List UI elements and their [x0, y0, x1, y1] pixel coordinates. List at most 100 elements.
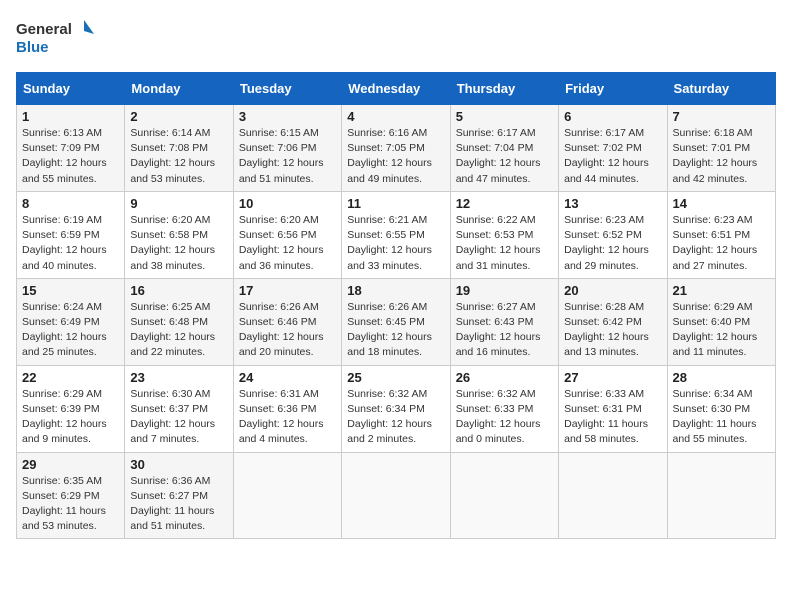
day-info: Sunrise: 6:13 AM Sunset: 7:09 PM Dayligh…: [22, 126, 119, 187]
col-header-thursday: Thursday: [450, 73, 558, 105]
day-info: Sunrise: 6:22 AM Sunset: 6:53 PM Dayligh…: [456, 213, 553, 274]
calendar-cell: 7 Sunrise: 6:18 AM Sunset: 7:01 PM Daylig…: [667, 105, 775, 192]
calendar-cell: 4Sunrise: 6:16 AM Sunset: 7:05 PM Daylig…: [342, 105, 450, 192]
day-number: 28: [673, 370, 770, 385]
day-info: Sunrise: 6:36 AM Sunset: 6:27 PM Dayligh…: [130, 474, 227, 535]
calendar-cell: [559, 452, 667, 539]
day-info: Sunrise: 6:24 AM Sunset: 6:49 PM Dayligh…: [22, 300, 119, 361]
day-number: 12: [456, 196, 553, 211]
calendar-cell: 20Sunrise: 6:28 AM Sunset: 6:42 PM Dayli…: [559, 278, 667, 365]
calendar-cell: 23 Sunrise: 6:30 AM Sunset: 6:37 PM Dayli…: [125, 365, 233, 452]
day-info: Sunrise: 6:29 AM Sunset: 6:39 PM Dayligh…: [22, 387, 119, 448]
calendar-cell: 2Sunrise: 6:14 AM Sunset: 7:08 PM Daylig…: [125, 105, 233, 192]
day-info: Sunrise: 6:23 AM Sunset: 6:52 PM Dayligh…: [564, 213, 661, 274]
day-info: Sunrise: 6:27 AM Sunset: 6:43 PM Dayligh…: [456, 300, 553, 361]
day-number: 22: [22, 370, 119, 385]
day-info: Sunrise: 6:20 AM Sunset: 6:56 PM Dayligh…: [239, 213, 336, 274]
day-number: 7: [673, 109, 770, 124]
week-row-3: 15 Sunrise: 6:24 AM Sunset: 6:49 PM Dayli…: [17, 278, 776, 365]
logo: General Blue: [16, 16, 96, 60]
logo-svg: General Blue: [16, 16, 96, 60]
calendar-cell: 16 Sunrise: 6:25 AM Sunset: 6:48 PM Dayli…: [125, 278, 233, 365]
week-row-1: 1 Sunrise: 6:13 AM Sunset: 7:09 PM Daylig…: [17, 105, 776, 192]
day-info: Sunrise: 6:26 AM Sunset: 6:45 PM Dayligh…: [347, 300, 444, 361]
day-number: 8: [22, 196, 119, 211]
calendar-cell: 17 Sunrise: 6:26 AM Sunset: 6:46 PM Dayli…: [233, 278, 341, 365]
calendar-cell: 30Sunrise: 6:36 AM Sunset: 6:27 PM Dayli…: [125, 452, 233, 539]
calendar-cell: 10 Sunrise: 6:20 AM Sunset: 6:56 PM Dayli…: [233, 191, 341, 278]
day-number: 14: [673, 196, 770, 211]
col-header-saturday: Saturday: [667, 73, 775, 105]
calendar-cell: [342, 452, 450, 539]
svg-text:Blue: Blue: [16, 39, 49, 56]
day-info: Sunrise: 6:20 AM Sunset: 6:58 PM Dayligh…: [130, 213, 227, 274]
calendar-cell: 11Sunrise: 6:21 AM Sunset: 6:55 PM Dayli…: [342, 191, 450, 278]
day-number: 15: [22, 283, 119, 298]
calendar-cell: 3 Sunrise: 6:15 AM Sunset: 7:06 PM Daylig…: [233, 105, 341, 192]
calendar-cell: 12 Sunrise: 6:22 AM Sunset: 6:53 PM Dayli…: [450, 191, 558, 278]
calendar-cell: 1 Sunrise: 6:13 AM Sunset: 7:09 PM Daylig…: [17, 105, 125, 192]
day-info: Sunrise: 6:18 AM Sunset: 7:01 PM Dayligh…: [673, 126, 770, 187]
day-info: Sunrise: 6:32 AM Sunset: 6:34 PM Dayligh…: [347, 387, 444, 448]
calendar-cell: 27 Sunrise: 6:33 AM Sunset: 6:31 PM Dayli…: [559, 365, 667, 452]
day-info: Sunrise: 6:35 AM Sunset: 6:29 PM Dayligh…: [22, 474, 119, 535]
col-header-monday: Monday: [125, 73, 233, 105]
day-info: Sunrise: 6:17 AM Sunset: 7:04 PM Dayligh…: [456, 126, 553, 187]
calendar-cell: 6Sunrise: 6:17 AM Sunset: 7:02 PM Daylig…: [559, 105, 667, 192]
col-header-friday: Friday: [559, 73, 667, 105]
calendar-cell: 14 Sunrise: 6:23 AM Sunset: 6:51 PM Dayli…: [667, 191, 775, 278]
day-number: 24: [239, 370, 336, 385]
col-header-wednesday: Wednesday: [342, 73, 450, 105]
calendar-cell: [233, 452, 341, 539]
day-info: Sunrise: 6:14 AM Sunset: 7:08 PM Dayligh…: [130, 126, 227, 187]
calendar-cell: 15 Sunrise: 6:24 AM Sunset: 6:49 PM Dayli…: [17, 278, 125, 365]
day-info: Sunrise: 6:19 AM Sunset: 6:59 PM Dayligh…: [22, 213, 119, 274]
calendar-table: SundayMondayTuesdayWednesdayThursdayFrid…: [16, 72, 776, 539]
calendar-cell: [667, 452, 775, 539]
day-number: 17: [239, 283, 336, 298]
day-number: 29: [22, 457, 119, 472]
calendar-cell: 21 Sunrise: 6:29 AM Sunset: 6:40 PM Dayli…: [667, 278, 775, 365]
day-number: 20: [564, 283, 661, 298]
week-row-2: 8 Sunrise: 6:19 AM Sunset: 6:59 PM Daylig…: [17, 191, 776, 278]
day-number: 13: [564, 196, 661, 211]
calendar-cell: 18Sunrise: 6:26 AM Sunset: 6:45 PM Dayli…: [342, 278, 450, 365]
day-number: 4: [347, 109, 444, 124]
day-info: Sunrise: 6:29 AM Sunset: 6:40 PM Dayligh…: [673, 300, 770, 361]
day-info: Sunrise: 6:17 AM Sunset: 7:02 PM Dayligh…: [564, 126, 661, 187]
calendar-cell: 5 Sunrise: 6:17 AM Sunset: 7:04 PM Daylig…: [450, 105, 558, 192]
day-number: 11: [347, 196, 444, 211]
day-number: 27: [564, 370, 661, 385]
day-info: Sunrise: 6:25 AM Sunset: 6:48 PM Dayligh…: [130, 300, 227, 361]
day-info: Sunrise: 6:31 AM Sunset: 6:36 PM Dayligh…: [239, 387, 336, 448]
calendar-cell: 8 Sunrise: 6:19 AM Sunset: 6:59 PM Daylig…: [17, 191, 125, 278]
day-number: 25: [347, 370, 444, 385]
col-header-tuesday: Tuesday: [233, 73, 341, 105]
day-info: Sunrise: 6:33 AM Sunset: 6:31 PM Dayligh…: [564, 387, 661, 448]
day-number: 9: [130, 196, 227, 211]
calendar-cell: 19Sunrise: 6:27 AM Sunset: 6:43 PM Dayli…: [450, 278, 558, 365]
calendar-cell: 13 Sunrise: 6:23 AM Sunset: 6:52 PM Dayli…: [559, 191, 667, 278]
day-number: 3: [239, 109, 336, 124]
col-header-sunday: Sunday: [17, 73, 125, 105]
day-info: Sunrise: 6:23 AM Sunset: 6:51 PM Dayligh…: [673, 213, 770, 274]
day-number: 23: [130, 370, 227, 385]
calendar-cell: 24 Sunrise: 6:31 AM Sunset: 6:36 PM Dayli…: [233, 365, 341, 452]
day-number: 1: [22, 109, 119, 124]
page-header: General Blue: [16, 16, 776, 60]
calendar-cell: 22 Sunrise: 6:29 AM Sunset: 6:39 PM Dayli…: [17, 365, 125, 452]
calendar-cell: 29 Sunrise: 6:35 AM Sunset: 6:29 PM Dayli…: [17, 452, 125, 539]
day-info: Sunrise: 6:15 AM Sunset: 7:06 PM Dayligh…: [239, 126, 336, 187]
week-row-5: 29 Sunrise: 6:35 AM Sunset: 6:29 PM Dayli…: [17, 452, 776, 539]
calendar-cell: 28Sunrise: 6:34 AM Sunset: 6:30 PM Dayli…: [667, 365, 775, 452]
day-info: Sunrise: 6:32 AM Sunset: 6:33 PM Dayligh…: [456, 387, 553, 448]
day-number: 10: [239, 196, 336, 211]
day-number: 26: [456, 370, 553, 385]
svg-text:General: General: [16, 21, 72, 38]
calendar-cell: 26 Sunrise: 6:32 AM Sunset: 6:33 PM Dayli…: [450, 365, 558, 452]
day-number: 21: [673, 283, 770, 298]
day-info: Sunrise: 6:30 AM Sunset: 6:37 PM Dayligh…: [130, 387, 227, 448]
day-number: 16: [130, 283, 227, 298]
day-number: 5: [456, 109, 553, 124]
day-info: Sunrise: 6:26 AM Sunset: 6:46 PM Dayligh…: [239, 300, 336, 361]
